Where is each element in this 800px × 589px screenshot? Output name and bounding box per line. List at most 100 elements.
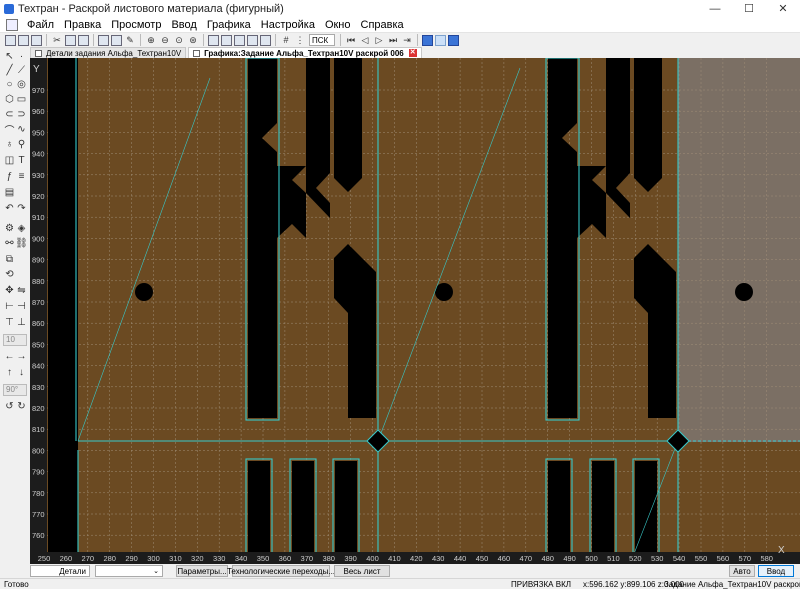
menu-view[interactable]: Просмотр [106, 19, 166, 31]
arrow-down-icon[interactable]: ↓ [16, 367, 27, 378]
redo-icon[interactable]: ↷ [16, 203, 27, 214]
move-icon[interactable]: ✥ [4, 285, 15, 296]
menu-help[interactable]: Справка [356, 19, 409, 31]
drawing-canvas[interactable]: 970 960 950 940 930 920 910 900 890 880 870 860 850 8… [30, 58, 800, 564]
details-field[interactable]: Детали [30, 565, 90, 577]
view-4-icon[interactable] [247, 34, 258, 46]
next-icon[interactable]: ▷ [373, 34, 385, 46]
angle-combo[interactable]: 90° [3, 384, 27, 396]
view-2-icon[interactable] [221, 34, 232, 46]
details-select[interactable]: ⌄ [95, 565, 163, 577]
view-5-icon[interactable] [260, 34, 271, 46]
cut-icon[interactable]: ✂ [51, 34, 63, 46]
copy-icon[interactable] [65, 34, 76, 46]
transitions-button[interactable]: Технологические переходы... [227, 565, 335, 577]
close-button[interactable]: ✕ [766, 0, 800, 17]
x-tick-label: 260 [60, 554, 73, 563]
hole [135, 283, 153, 301]
equidistant-icon[interactable]: ⊃ [16, 109, 27, 120]
grid-icon[interactable]: # [280, 34, 292, 46]
menu-edit[interactable]: Правка [59, 19, 106, 31]
trim-icon[interactable]: ⊤ [4, 317, 15, 328]
snap-icon[interactable]: ⋮ [294, 34, 306, 46]
menu-settings[interactable]: Настройка [256, 19, 320, 31]
step-icon[interactable]: ⇥ [401, 34, 413, 46]
rectangle-icon[interactable]: ▭ [16, 94, 27, 105]
point-icon[interactable]: · [16, 51, 27, 62]
arrow-left-icon[interactable]: ← [4, 351, 15, 362]
rotate-ccw-icon[interactable]: ↺ [4, 401, 15, 412]
contour-icon[interactable]: ⊂ [4, 109, 15, 120]
fill-icon[interactable]: ◈ [16, 223, 27, 234]
align-bottom-icon[interactable] [448, 34, 459, 46]
menu-file[interactable]: Файл [22, 19, 59, 31]
menu-window[interactable]: Окно [320, 19, 356, 31]
first-icon[interactable]: ⏮ [345, 34, 357, 46]
whole-sheet-button[interactable]: Весь лист [334, 565, 390, 577]
chain-icon[interactable]: ⛓ [15, 238, 28, 249]
measure-icon[interactable]: ⊢ [4, 301, 15, 312]
prev-icon[interactable]: ◁ [359, 34, 371, 46]
menu-input[interactable]: Ввод [166, 19, 201, 31]
align-middle-icon[interactable] [435, 34, 446, 46]
rotate-cw-icon[interactable]: ↻ [16, 401, 27, 412]
document-icon[interactable] [6, 18, 18, 31]
arrow-right-icon[interactable]: → [16, 351, 27, 362]
arc-icon[interactable]: ⌒ [4, 124, 15, 137]
menu-graphics[interactable]: Графика [202, 19, 256, 31]
x-axis-label: X [778, 545, 785, 556]
align-top-icon[interactable] [422, 34, 433, 46]
zoom-in-icon[interactable]: ⊕ [145, 34, 157, 46]
preview-icon[interactable] [111, 34, 122, 46]
minimize-button[interactable]: — [698, 0, 732, 17]
x-tick-label: 430 [432, 554, 445, 563]
paste-icon[interactable] [78, 34, 89, 46]
rotate-icon[interactable]: ⟲ [4, 269, 15, 280]
last-icon[interactable]: ⏭ [387, 34, 399, 46]
pen-icon[interactable]: ✎ [124, 34, 136, 46]
function-icon[interactable]: ƒ [4, 171, 15, 182]
node-icon[interactable]: ♁ [4, 139, 15, 150]
open-icon[interactable] [18, 34, 29, 46]
coord-system-select[interactable]: ПСК [309, 34, 335, 46]
angle-step-combo[interactable]: 10 [3, 334, 27, 346]
spline-icon[interactable]: ∿ [16, 124, 27, 135]
maximize-button[interactable]: ☐ [732, 0, 766, 17]
arrow-up-icon[interactable]: ↑ [4, 367, 15, 378]
parameters-button[interactable]: Параметры... [176, 565, 228, 577]
mirror-icon[interactable]: ⇋ [16, 285, 27, 296]
tab-graphics[interactable]: Графика:Задание Альфа_Техтран10V раскрой… [188, 47, 422, 58]
input-button[interactable]: Ввод [758, 565, 794, 577]
dimension-icon[interactable]: ≡ [16, 171, 27, 182]
pointer-icon[interactable]: ↖ [4, 51, 15, 62]
circle-icon[interactable]: ○ [4, 79, 15, 90]
y-tick-label: 840 [32, 362, 45, 371]
measure-2-icon[interactable]: ⊣ [16, 301, 27, 312]
tab-details[interactable]: Детали задания Альфа_Техтран10V [30, 47, 187, 58]
concentric-circle-icon[interactable]: ◎ [16, 79, 27, 90]
copy-move-icon[interactable]: ⧉ [4, 254, 15, 265]
save-icon[interactable] [31, 34, 42, 46]
zoom-window-icon[interactable]: ⊙ [173, 34, 185, 46]
view-3-icon[interactable] [234, 34, 245, 46]
undo-icon[interactable]: ↶ [4, 203, 15, 214]
x-tick-label: 490 [563, 554, 576, 563]
text-icon[interactable]: T [16, 155, 27, 166]
zoom-out-icon[interactable]: ⊖ [159, 34, 171, 46]
block-icon[interactable]: ▤ [4, 187, 15, 198]
view-icon[interactable] [208, 34, 219, 46]
marker-icon[interactable]: ⚲ [16, 139, 27, 150]
polyline-icon[interactable]: ⟋ [16, 65, 27, 76]
zoom-all-icon[interactable]: ⊛ [187, 34, 199, 46]
auto-button[interactable]: Авто [729, 565, 755, 577]
new-icon[interactable] [5, 34, 16, 46]
link-icon[interactable]: ⚯ [4, 238, 15, 249]
settings-icon[interactable]: ⚙ [4, 223, 15, 234]
close-tab-icon[interactable]: ✕ [408, 49, 417, 57]
line-icon[interactable]: ╱ [4, 65, 15, 76]
status-bar: Готово ПРИВЯЗКА ВКЛ x:596.162 y:899.106 … [0, 578, 800, 589]
print-icon[interactable] [98, 34, 109, 46]
element-icon[interactable]: ◫ [4, 155, 15, 166]
polygon-icon[interactable]: ⬡ [4, 94, 15, 105]
extend-icon[interactable]: ⊥ [16, 317, 27, 328]
